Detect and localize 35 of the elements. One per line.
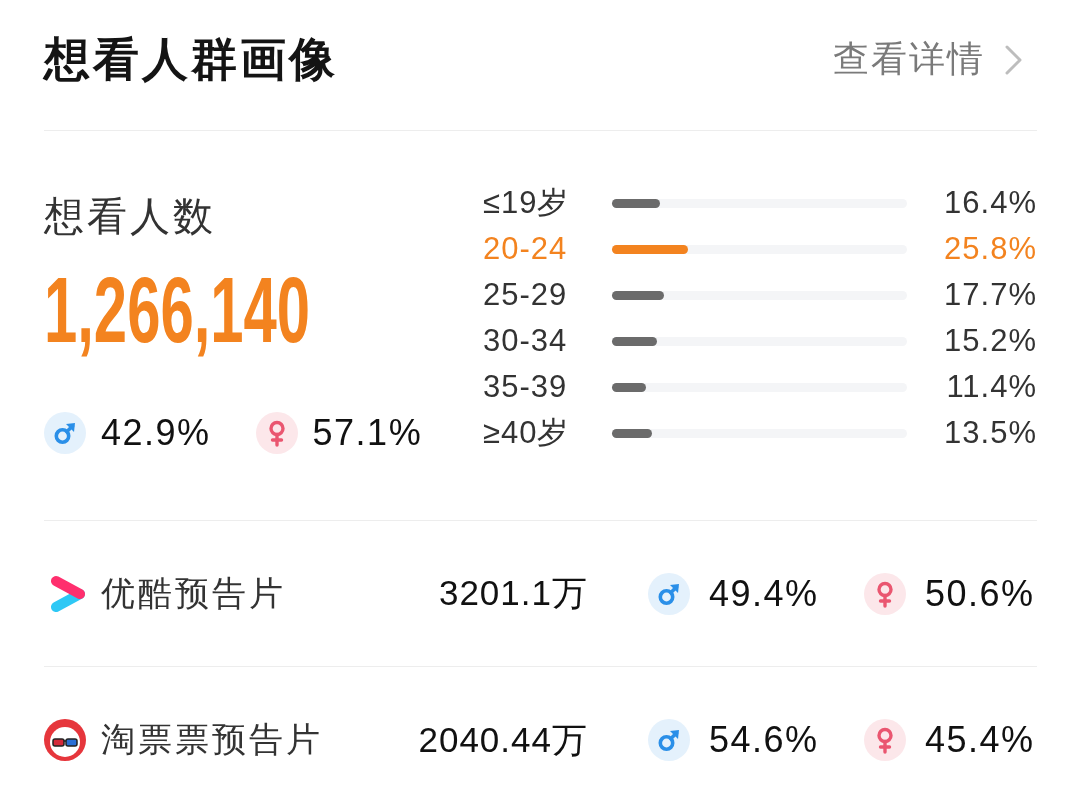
platform-count: 3201.1万 [438, 572, 588, 614]
male-symbol-icon [648, 572, 690, 615]
play-logo-icon [50, 574, 86, 613]
platform-name: 淘票票预告片 [101, 719, 323, 760]
age-label: 35-39 [483, 369, 569, 405]
gender-share: 45.4% [925, 719, 1035, 761]
age-share: 13.5% [944, 415, 1037, 451]
male-symbol-icon [648, 719, 690, 761]
age-share: 11.4% [946, 369, 1037, 405]
gender-share: 54.6% [709, 719, 819, 761]
gender-share: 57.1% [312, 412, 423, 454]
age-label: ≤19岁 [483, 184, 571, 222]
female-symbol-icon [255, 412, 298, 454]
viewer-count: 1,266,140 [44, 265, 311, 355]
details-link[interactable]: 查看详情 [833, 35, 1022, 84]
female-symbol-icon [864, 719, 906, 761]
age-label: 25-29 [483, 277, 569, 313]
age-share: 15.2% [944, 323, 1037, 359]
male-symbol-icon [44, 412, 86, 454]
gender-share: 42.9% [101, 412, 211, 454]
age-share: 17.7% [944, 277, 1037, 313]
platform-name: 优酷预告片 [101, 572, 286, 614]
platform-count: 2040.44万 [418, 718, 588, 761]
gender-share: 50.6% [925, 572, 1035, 615]
age-share: 16.4% [944, 185, 1037, 221]
age-label: 30-34 [483, 323, 569, 359]
sunglasses-face-icon [44, 719, 86, 761]
chevron-right-icon [1005, 44, 1022, 75]
section-title: 想看人群画像 [44, 31, 338, 87]
age-share: 25.8% [944, 231, 1037, 267]
female-symbol-icon [864, 572, 906, 615]
age-label: 20-24 [483, 231, 569, 267]
viewer-count-label: 想看人数 [44, 193, 217, 239]
age-label: ≥40岁 [483, 414, 571, 452]
gender-share: 49.4% [709, 572, 819, 615]
